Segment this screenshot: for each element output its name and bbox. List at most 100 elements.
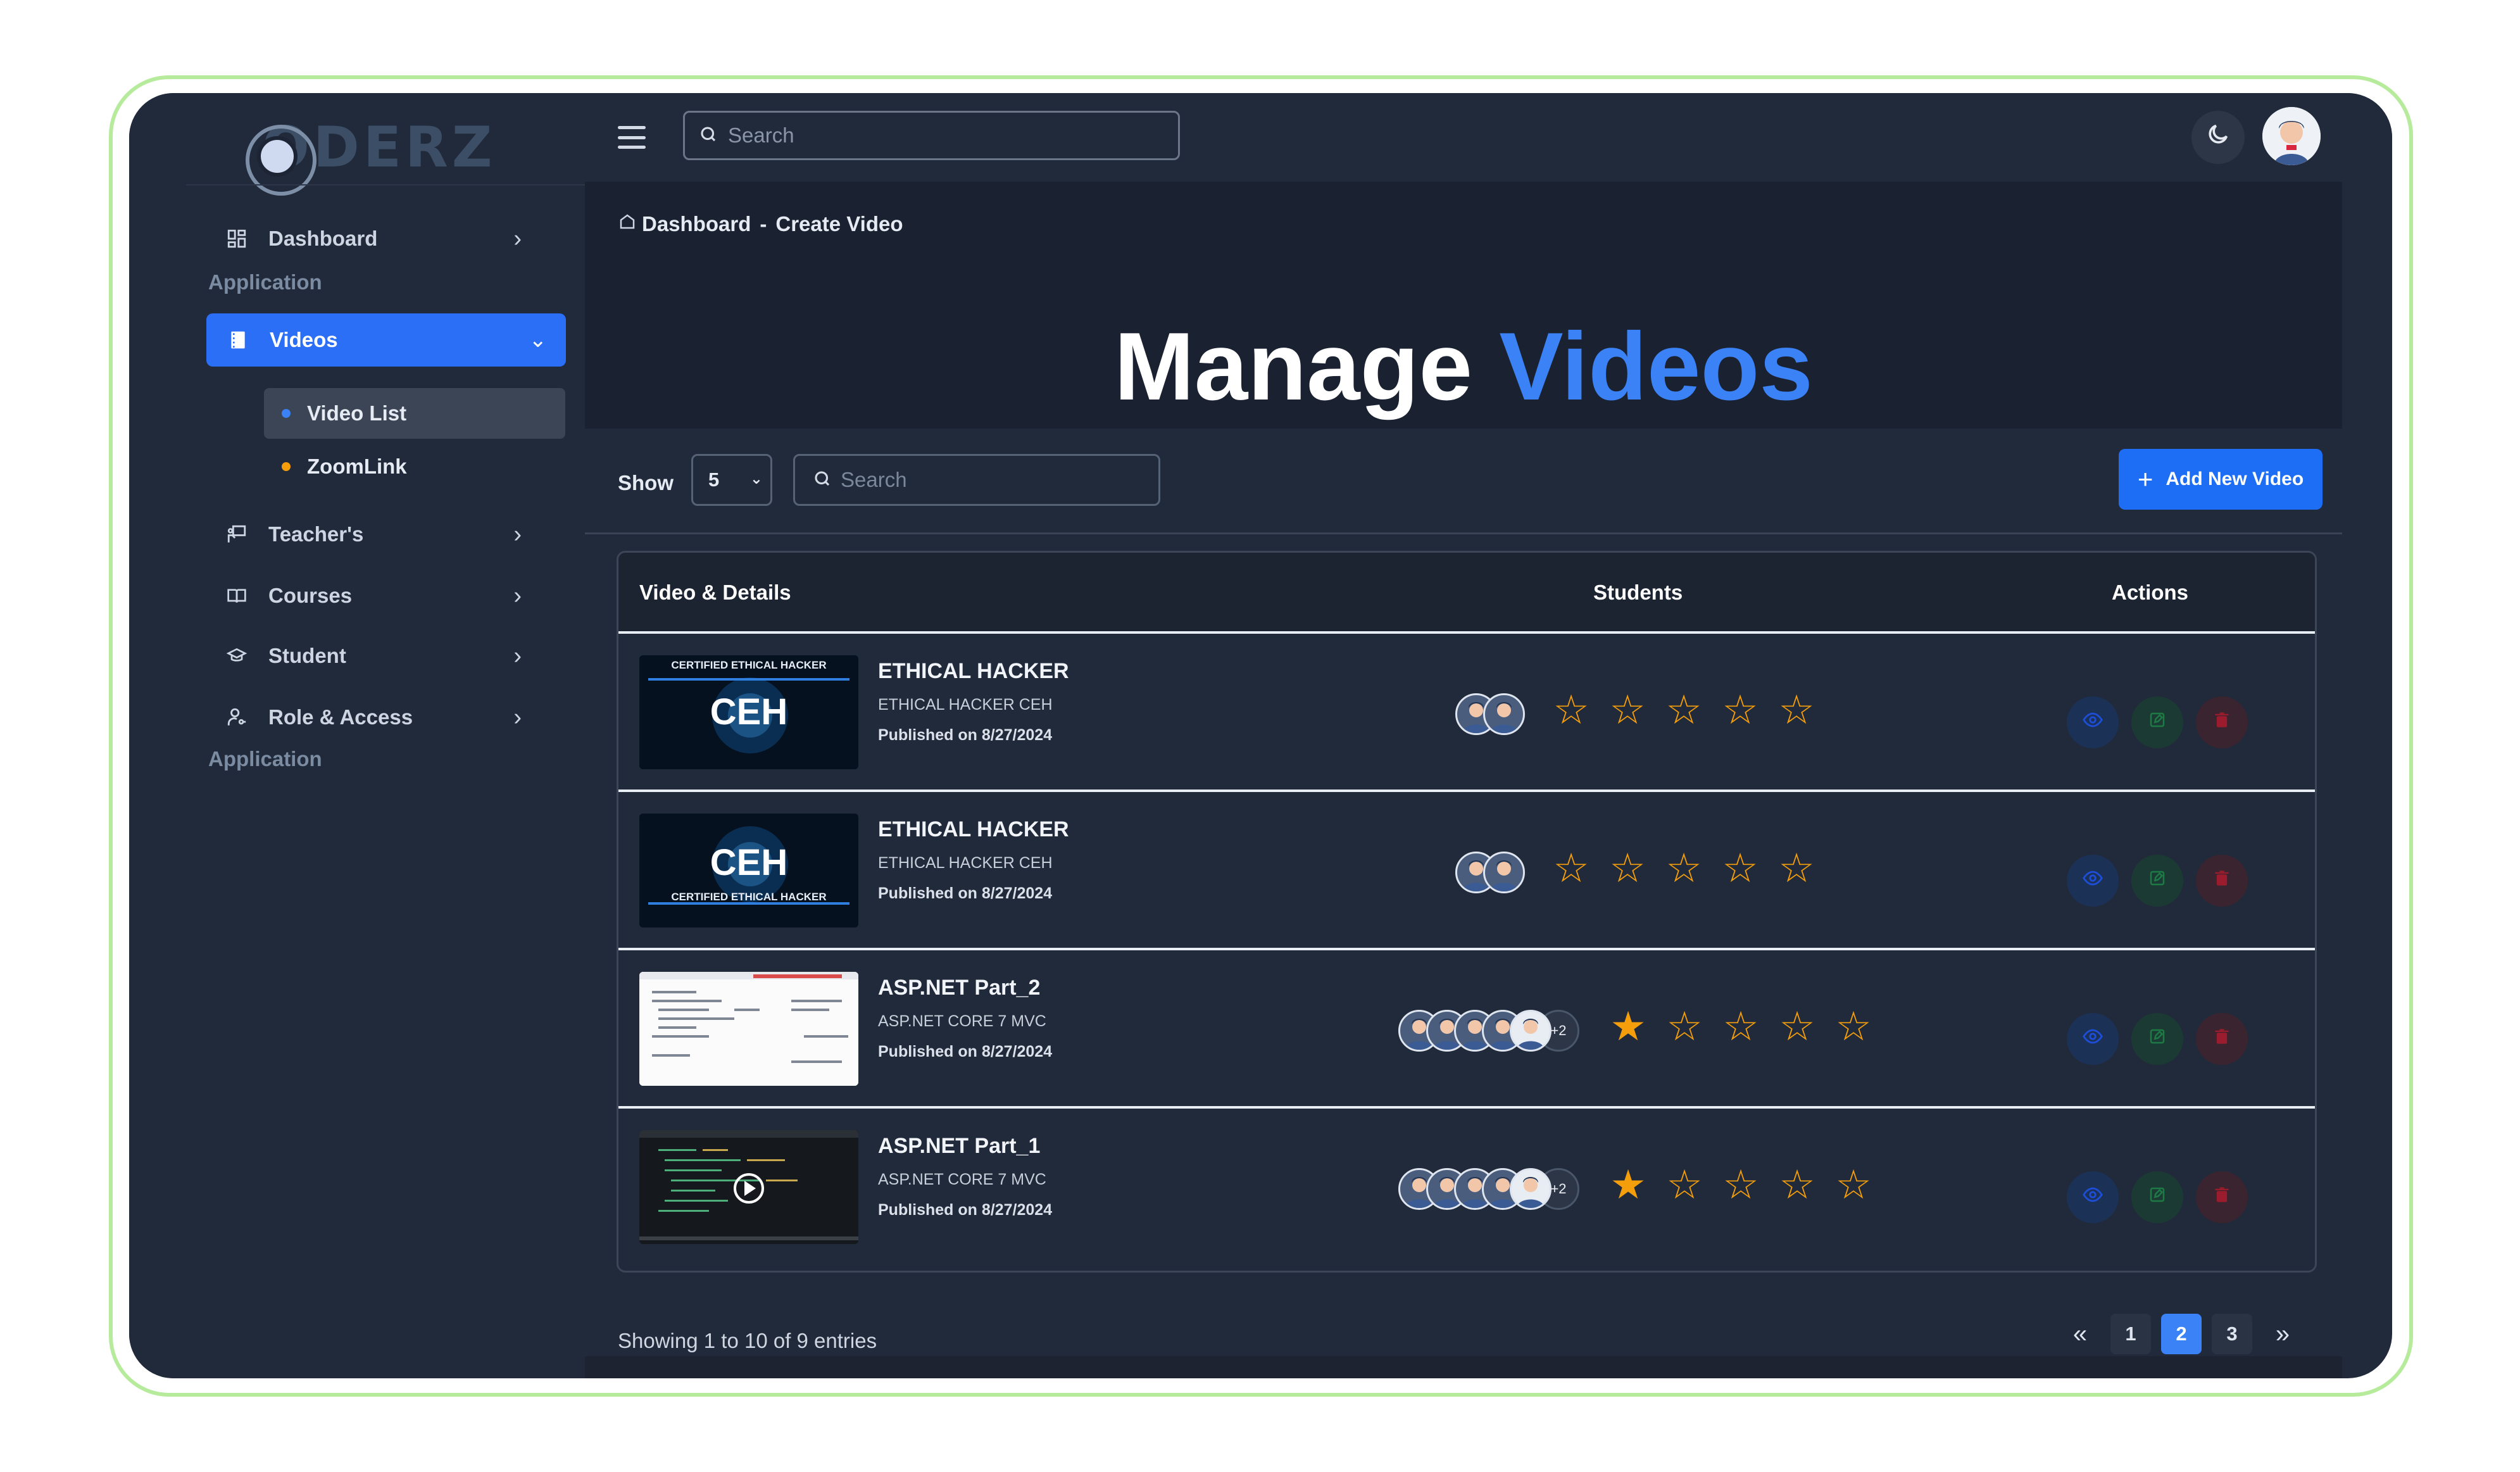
star-empty-icon[interactable]: ☆ [1777, 848, 1815, 888]
edit-icon [2148, 1027, 2167, 1051]
rating-stars[interactable]: ★ ☆ ☆ ☆ ☆ [1609, 1006, 1891, 1047]
table-row[interactable]: ASP.NET Part_1 ASP.NET CORE 7 MVC Publis… [618, 1106, 2315, 1267]
sidebar-item-videos[interactable]: Videos ⌄ [206, 313, 566, 367]
student-avatars [1455, 850, 1525, 895]
column-header-video: Video & Details [639, 581, 791, 604]
student-avatar [1510, 1010, 1551, 1052]
video-thumbnail[interactable] [639, 1130, 858, 1244]
star-filled-icon[interactable]: ★ [1609, 1006, 1647, 1047]
thumbnail-caption: CERTIFIED ETHICAL HACKER [671, 659, 827, 671]
view-button[interactable] [2067, 855, 2119, 907]
page-button[interactable]: 3 [2212, 1314, 2252, 1354]
search-input[interactable]: Search [683, 111, 1180, 160]
star-empty-icon[interactable]: ☆ [1552, 848, 1590, 888]
add-button-label: Add New Video [2166, 469, 2304, 489]
sidebar-item-label: Dashboard [268, 227, 378, 250]
logo: ODERZ [187, 106, 492, 196]
star-empty-icon[interactable]: ☆ [1665, 1164, 1703, 1205]
chevron-down-icon: ⌄ [749, 470, 763, 488]
book-icon [224, 583, 249, 608]
breadcrumb-separator: - [760, 212, 767, 236]
video-title: ASP.NET Part_2 [878, 976, 1041, 1000]
sidebar-subitem-video-list[interactable]: Video List [264, 388, 565, 439]
rating-stars[interactable]: ☆ ☆ ☆ ☆ ☆ [1552, 689, 1834, 730]
sidebar-item-role-access[interactable]: Role & Access › [205, 691, 541, 744]
star-empty-icon[interactable]: ☆ [1608, 689, 1646, 730]
page-button[interactable]: 1 [2110, 1314, 2151, 1354]
app-window: ODERZ Dashboard › Application Videos ⌄ V… [129, 93, 2392, 1378]
sidebar-item-courses[interactable]: Courses › [205, 569, 541, 622]
first-page-icon[interactable]: « [2060, 1314, 2100, 1354]
delete-button[interactable] [2196, 855, 2248, 907]
sidebar-item-label: Videos [270, 328, 338, 351]
page-size-select[interactable]: 5 ⌄ [691, 454, 772, 506]
theme-toggle-button[interactable] [2191, 111, 2245, 164]
star-empty-icon[interactable]: ☆ [1777, 689, 1815, 730]
chevron-right-icon: › [513, 582, 522, 609]
star-empty-icon[interactable]: ☆ [1665, 848, 1703, 888]
last-page-icon[interactable]: » [2262, 1314, 2303, 1354]
thumbnail-caption: CERTIFIED ETHICAL HACKER [671, 891, 827, 903]
video-subtitle: ASP.NET CORE 7 MVC [878, 1171, 1046, 1188]
delete-button[interactable] [2196, 1171, 2248, 1223]
star-empty-icon[interactable]: ☆ [1722, 1006, 1760, 1047]
star-empty-icon[interactable]: ☆ [1721, 689, 1759, 730]
sidebar-subitem-zoomlink[interactable]: ZoomLink [264, 441, 565, 492]
page-button-active[interactable]: 2 [2161, 1314, 2202, 1354]
star-empty-icon[interactable]: ☆ [1834, 1164, 1872, 1205]
sidebar-item-dashboard[interactable]: Dashboard › [205, 212, 541, 265]
star-empty-icon[interactable]: ☆ [1778, 1164, 1816, 1205]
table-row[interactable]: CERTIFIED ETHICAL HACKER CEH ETHICAL HAC… [618, 631, 2315, 792]
star-empty-icon[interactable]: ☆ [1834, 1006, 1872, 1047]
view-button[interactable] [2067, 1013, 2119, 1065]
view-button[interactable] [2067, 1171, 2119, 1223]
breadcrumb-home-link[interactable]: Dashboard [642, 212, 751, 236]
chevron-right-icon: › [513, 703, 522, 731]
delete-button[interactable] [2196, 696, 2248, 748]
table-search-input[interactable]: Search [793, 454, 1160, 506]
student-avatar [1510, 1168, 1551, 1210]
view-button[interactable] [2067, 696, 2119, 748]
video-subtitle: ASP.NET CORE 7 MVC [878, 1012, 1046, 1030]
video-thumbnail[interactable] [639, 972, 858, 1086]
star-filled-icon[interactable]: ★ [1609, 1164, 1647, 1205]
menu-icon[interactable] [618, 126, 646, 149]
search-placeholder: Search [841, 468, 907, 491]
edit-button[interactable] [2131, 696, 2183, 748]
sidebar-item-teachers[interactable]: Teacher's › [205, 508, 541, 561]
breadcrumb-current: Create Video [775, 212, 903, 236]
home-icon [618, 212, 637, 236]
breadcrumb: Dashboard - Create Video [618, 212, 903, 236]
video-thumbnail[interactable]: CERTIFIED ETHICAL HACKER CEH [639, 655, 858, 769]
edit-button[interactable] [2131, 855, 2183, 907]
user-key-icon [224, 705, 249, 730]
star-empty-icon[interactable]: ☆ [1665, 1006, 1703, 1047]
main-content: Dashboard - Create Video Manage Videos S… [585, 182, 2342, 1378]
film-icon [225, 327, 251, 353]
videos-table: Video & Details Students Actions CERTIFI… [617, 551, 2317, 1273]
delete-button[interactable] [2196, 1013, 2248, 1065]
video-thumbnail[interactable]: CEH CERTIFIED ETHICAL HACKER [639, 814, 858, 928]
student-avatars: +2 [1398, 1009, 1579, 1053]
rating-stars[interactable]: ★ ☆ ☆ ☆ ☆ [1609, 1164, 1891, 1205]
search-icon [813, 469, 832, 491]
page-title-primary: Manage [1114, 313, 1473, 420]
star-empty-icon[interactable]: ☆ [1665, 689, 1703, 730]
rating-stars[interactable]: ☆ ☆ ☆ ☆ ☆ [1552, 848, 1834, 888]
star-empty-icon[interactable]: ☆ [1552, 689, 1590, 730]
star-empty-icon[interactable]: ☆ [1608, 848, 1646, 888]
edit-button[interactable] [2131, 1013, 2183, 1065]
sidebar-item-student[interactable]: Student › [205, 629, 541, 683]
edit-button[interactable] [2131, 1171, 2183, 1223]
user-avatar[interactable] [2262, 107, 2321, 165]
student-avatar [1483, 852, 1525, 893]
video-published-date: Published on 8/27/2024 [878, 1201, 1053, 1219]
table-row[interactable]: ASP.NET Part_2 ASP.NET CORE 7 MVC Publis… [618, 948, 2315, 1109]
sidebar-item-label: Student [268, 644, 346, 667]
star-empty-icon[interactable]: ☆ [1721, 848, 1759, 888]
add-new-video-button[interactable]: + Add New Video [2119, 449, 2323, 510]
student-avatars [1455, 692, 1525, 736]
table-row[interactable]: CEH CERTIFIED ETHICAL HACKER ETHICAL HAC… [618, 789, 2315, 950]
star-empty-icon[interactable]: ☆ [1778, 1006, 1816, 1047]
star-empty-icon[interactable]: ☆ [1722, 1164, 1760, 1205]
